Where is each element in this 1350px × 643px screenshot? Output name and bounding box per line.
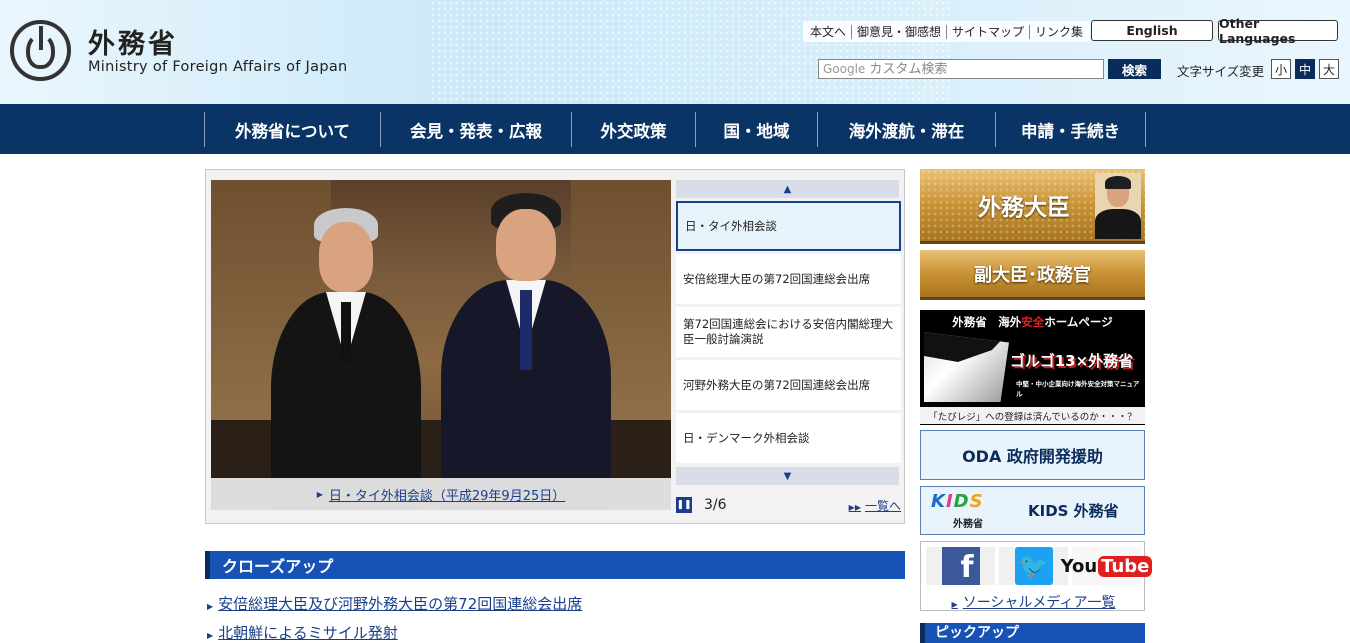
- news-text: 北朝鮮によるミサイル発射: [218, 624, 398, 642]
- facebook-icon: f: [941, 547, 980, 585]
- utility-links: 本文へ 御意見・御感想 サイトマップ リンク集: [803, 21, 1091, 42]
- caret-right-icon: ▶: [316, 489, 323, 499]
- kids-logo-sub: 外務省: [953, 519, 983, 530]
- overseas-safety-banner[interactable]: 外務省 海外安全ホームページ ゴルゴ13×外務省 中堅・中小企業向け海外安全対策…: [920, 310, 1145, 425]
- caret-right-icon: ▶: [207, 602, 214, 611]
- util-link-feedback[interactable]: 御意見・御感想: [851, 24, 946, 39]
- nav-about-mofa[interactable]: 外務省について: [205, 112, 381, 147]
- search-button[interactable]: 検索: [1108, 59, 1161, 79]
- facebook-button[interactable]: f: [926, 547, 995, 585]
- pickup-section-title: ピックアップ: [920, 623, 1145, 643]
- foreign-minister-button[interactable]: 外務大臣: [920, 169, 1145, 244]
- minister-portrait: [1095, 173, 1141, 239]
- logo-title-en[interactable]: Ministry of Foreign Affairs of Japan: [88, 59, 348, 75]
- youtube-you: You: [1060, 555, 1098, 577]
- nav-foreign-policy[interactable]: 外交政策: [572, 112, 696, 147]
- mofa-logo-icon[interactable]: [10, 20, 71, 81]
- caret-right-icon: ▶: [207, 631, 214, 640]
- kids-logo-icon: KIDS: [931, 491, 984, 512]
- kids-logo-k: K: [931, 491, 946, 512]
- news-carousel: ▶ 日・タイ外相会談（平成29年9月25日） ▲ 日・タイ外相会談 安倍総理大臣の…: [205, 169, 905, 524]
- world-map-decoration: [430, 0, 950, 104]
- carousel-item[interactable]: 日・デンマーク外相会談: [676, 413, 901, 463]
- carousel-caption[interactable]: ▶ 日・タイ外相会談（平成29年9月25日）: [211, 478, 671, 510]
- util-link-sitemap[interactable]: サイトマップ: [946, 24, 1029, 39]
- carousel-list: ▲ 日・タイ外相会談 安倍総理大臣の第72回国連総会出席 第72回国連総会におけ…: [676, 180, 901, 500]
- oda-button[interactable]: ODA 政府開発援助: [920, 430, 1145, 480]
- carousel-item[interactable]: 河野外務大臣の第72回国連総会出席: [676, 360, 901, 410]
- carousel-controls: ❚❚ 3/6 ▶▶ 一覧へ: [676, 494, 901, 516]
- golgo-title: ゴルゴ13×外務省: [1010, 352, 1134, 370]
- carousel-item[interactable]: 安倍総理大臣の第72回国連総会出席: [676, 254, 901, 304]
- logo-title-jp[interactable]: 外務省: [88, 22, 178, 61]
- social-link-text: ソーシャルメディア一覧: [962, 595, 1116, 611]
- arrow-down-icon: ▼: [783, 470, 792, 482]
- closeup-section-title: クローズアップ: [205, 551, 905, 579]
- font-size-small-button[interactable]: 小: [1271, 59, 1291, 79]
- util-link-links[interactable]: リンク集: [1029, 24, 1088, 39]
- util-link-main-content[interactable]: 本文へ: [805, 25, 851, 39]
- double-caret-icon: ▶▶: [848, 502, 861, 512]
- closeup-news-link[interactable]: ▶ 北朝鮮によるミサイル発射: [207, 622, 398, 643]
- twitter-button[interactable]: 🐦: [999, 547, 1068, 585]
- closeup-title-text: クローズアップ: [222, 557, 334, 576]
- news-text: 安倍総理大臣及び河野外務大臣の第72回国連総会出席: [218, 595, 583, 613]
- kids-logo-d: D: [953, 491, 970, 512]
- other-languages-button[interactable]: Other Languages: [1218, 16, 1338, 46]
- font-size-large-button[interactable]: 大: [1319, 59, 1339, 79]
- view-all-link[interactable]: ▶▶ 一覧へ: [849, 497, 901, 514]
- site-header: 外務省 Ministry of Foreign Affairs of Japan…: [0, 0, 1350, 104]
- twitter-icon: 🐦: [1014, 547, 1053, 585]
- kids-label: KIDS 外務省: [1028, 502, 1119, 520]
- social-media-box: f 🐦 You Tube ▶ ソーシャルメディア一覧: [920, 541, 1153, 612]
- manga-character-image: [924, 332, 1009, 402]
- safety-title-a: 外務省 海外: [952, 315, 1022, 329]
- pause-button[interactable]: ❚❚: [676, 497, 692, 513]
- nav-countries-regions[interactable]: 国・地域: [696, 112, 818, 147]
- arrow-up-icon: ▲: [783, 183, 792, 195]
- youtube-tube: Tube: [1098, 555, 1153, 577]
- carousel-caption-link[interactable]: 日・タイ外相会談（平成29年9月25日）: [329, 485, 565, 504]
- carousel-item[interactable]: 第72回国連総会における安倍内閣総理大臣一般討論演説: [676, 307, 901, 357]
- caret-right-icon: ▶: [951, 600, 958, 609]
- font-size-medium-button[interactable]: 中: [1295, 59, 1315, 79]
- kids-logo-s: S: [969, 491, 984, 512]
- carousel-up-button[interactable]: ▲: [676, 180, 899, 198]
- carousel-item[interactable]: 日・タイ外相会談: [676, 201, 901, 251]
- vice-minister-button[interactable]: 副大臣･政務官: [920, 250, 1145, 300]
- search-placeholder: カスタム検索: [869, 62, 948, 77]
- font-size-label: 文字サイズ変更: [1177, 64, 1265, 79]
- youtube-icon: You Tube: [1060, 555, 1153, 577]
- search-input[interactable]: Google カスタム検索: [818, 59, 1104, 79]
- kids-button[interactable]: KIDS 外務省 KIDS 外務省: [920, 486, 1145, 535]
- nav-press[interactable]: 会見・発表・広報: [381, 112, 572, 147]
- nav-travel-stay[interactable]: 海外渡航・滞在: [818, 112, 996, 147]
- main-navigation: 外務省について 会見・発表・広報 外交政策 国・地域 海外渡航・滞在 申請・手続…: [0, 104, 1350, 154]
- safety-subtitle: 中堅・中小企業向け海外安全対策マニュアル: [1016, 380, 1140, 398]
- view-all-label: 一覧へ: [864, 498, 901, 513]
- english-button[interactable]: English: [1091, 20, 1213, 41]
- kids-logo-i: I: [945, 491, 954, 512]
- safety-title-b: ホームページ: [1044, 315, 1113, 329]
- carousel-counter: 3/6: [704, 497, 727, 513]
- safety-banner-title: 外務省 海外安全ホームページ: [920, 314, 1145, 330]
- google-label: Google: [823, 62, 866, 76]
- youtube-button[interactable]: You Tube: [1061, 547, 1153, 585]
- carousel-photo[interactable]: [211, 180, 671, 510]
- social-media-list-link[interactable]: ▶ ソーシャルメディア一覧: [921, 592, 1146, 612]
- safety-title-red: 安全: [1021, 315, 1045, 329]
- closeup-news-link[interactable]: ▶ 安倍総理大臣及び河野外務大臣の第72回国連総会出席: [207, 593, 582, 614]
- carousel-down-button[interactable]: ▼: [676, 467, 899, 485]
- nav-applications[interactable]: 申請・手続き: [996, 112, 1146, 147]
- pause-icon: ❚❚: [676, 500, 692, 510]
- tabireji-text: 「たびレジ」への登録は済んでいるのか・・・？: [920, 407, 1145, 424]
